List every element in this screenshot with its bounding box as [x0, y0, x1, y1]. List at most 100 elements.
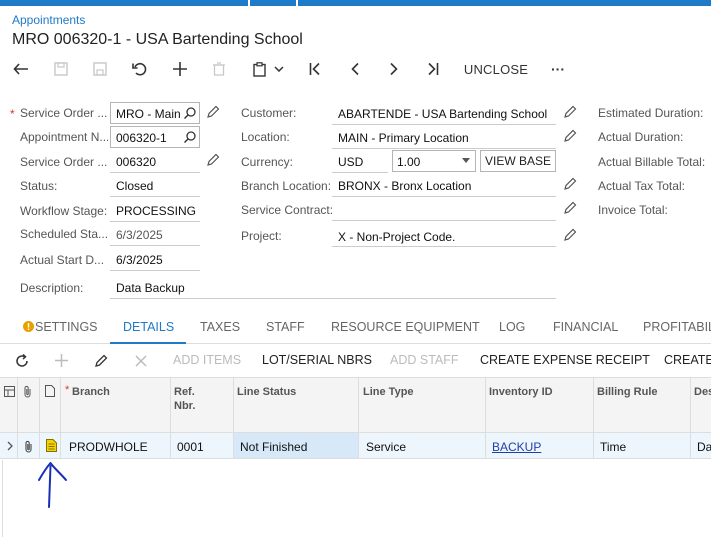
table-row[interactable]: PRODWHOLE 0001 Not Finished Service BACK…: [0, 433, 711, 459]
save-close-button[interactable]: [50, 56, 72, 82]
paperclip-icon[interactable]: [24, 440, 33, 453]
add-staff-button[interactable]: ADD STAFF: [390, 353, 459, 367]
pencil-icon[interactable]: [563, 201, 577, 215]
create-expense-receipt-button[interactable]: CREATE EXPENSE RECEIPT: [480, 353, 650, 367]
main-toolbar: UNCLOSE ···: [0, 56, 711, 82]
note-icon[interactable]: [46, 439, 57, 452]
column-header-line-type[interactable]: Line Type: [363, 385, 414, 399]
search-icon[interactable]: [183, 130, 197, 144]
cell-billing-rule[interactable]: Time: [600, 440, 626, 454]
pencil-icon[interactable]: [206, 153, 220, 167]
description-value[interactable]: Data Backup: [116, 281, 316, 295]
annotation-arrow-icon: [38, 462, 67, 508]
lot-serial-nbrs-button[interactable]: LOT/SERIAL NBRS: [262, 353, 372, 367]
top-accent-bar: [0, 0, 711, 6]
column-header-inventory-id[interactable]: Inventory ID: [489, 385, 553, 399]
currency-value[interactable]: USD: [338, 155, 388, 169]
tab-settings[interactable]: SETTINGS: [35, 320, 98, 334]
back-button[interactable]: [10, 56, 32, 82]
chevron-down-icon: [274, 66, 284, 72]
breadcrumb[interactable]: Appointments: [12, 13, 85, 27]
tab-staff[interactable]: STAFF: [266, 320, 305, 334]
service-contract-label: Service Contract:: [241, 203, 333, 217]
currency-label: Currency:: [241, 155, 294, 169]
chevron-left-icon: [351, 62, 359, 76]
tab-financial[interactable]: FINANCIAL: [553, 320, 618, 334]
grid-toolbar: ADD ITEMS LOT/SERIAL NBRS ADD STAFF CREA…: [0, 347, 711, 375]
tab-profitability[interactable]: PROFITABIL: [643, 320, 711, 334]
add-button[interactable]: [169, 56, 191, 82]
warning-icon: [23, 321, 34, 332]
service-order-nbr-value[interactable]: 006320: [116, 155, 196, 169]
pencil-icon[interactable]: [563, 228, 577, 242]
cell-line-status[interactable]: Not Finished: [240, 440, 307, 454]
previous-record-button[interactable]: [344, 56, 366, 82]
column-header-billing-rule[interactable]: Billing Rule: [597, 385, 658, 399]
delete-button[interactable]: [208, 56, 230, 82]
column-config-icon[interactable]: [4, 386, 15, 397]
cell-inventory-id-link[interactable]: BACKUP: [492, 440, 541, 454]
cell-description[interactable]: Da: [697, 440, 711, 454]
caret-down-icon: [462, 158, 470, 163]
unclose-button[interactable]: UNCLOSE: [462, 56, 530, 82]
copy-paste-dropdown[interactable]: [272, 56, 286, 82]
add-items-button[interactable]: ADD ITEMS: [173, 353, 241, 367]
location-value[interactable]: MAIN - Primary Location: [338, 131, 556, 145]
pencil-icon[interactable]: [563, 105, 577, 119]
add-row-icon[interactable]: [55, 354, 68, 367]
service-order-type-label: Service Order ...: [20, 106, 108, 120]
branch-location-value[interactable]: BRONX - Bronx Location: [338, 179, 556, 193]
tab-details[interactable]: DETAILS: [123, 320, 174, 334]
column-header-ref-nbr-line2[interactable]: Nbr.: [174, 399, 195, 413]
column-header-branch[interactable]: Branch: [72, 385, 110, 399]
create-more-button[interactable]: CREATE: [664, 353, 711, 367]
column-header-ref-nbr-line1[interactable]: Ref.: [174, 385, 195, 399]
delete-row-icon[interactable]: [135, 355, 147, 367]
more-menu-button[interactable]: ···: [546, 56, 570, 82]
refresh-icon[interactable]: [15, 354, 29, 368]
view-base-button[interactable]: VIEW BASE: [480, 150, 556, 172]
search-icon[interactable]: [183, 106, 197, 120]
scheduled-start-label: Scheduled Sta...: [20, 227, 108, 241]
page-title: MRO 006320-1 - USA Bartending School: [12, 31, 303, 48]
cell-ref-nbr[interactable]: 0001: [177, 440, 204, 454]
last-record-button[interactable]: [422, 56, 444, 82]
summary-form: * Service Order ... MRO - Main Appointme…: [0, 100, 711, 300]
clipboard-icon: [252, 61, 266, 77]
workflow-stage-value: PROCESSING: [116, 204, 197, 218]
appointment-nbr-label: Appointment N...: [20, 130, 108, 144]
customer-label: Customer:: [241, 106, 297, 120]
pencil-icon[interactable]: [206, 105, 220, 119]
undo-button[interactable]: [129, 56, 151, 82]
pencil-icon[interactable]: [563, 129, 577, 143]
next-record-button[interactable]: [383, 56, 405, 82]
column-header-description[interactable]: Des: [694, 385, 711, 399]
tab-resource-equipment[interactable]: RESOURCE EQUIPMENT: [331, 320, 480, 334]
expand-row-icon[interactable]: [7, 441, 13, 451]
paperclip-icon: [24, 385, 31, 398]
first-record-button[interactable]: [304, 56, 326, 82]
first-record-icon: [309, 62, 320, 76]
customer-value[interactable]: ABARTENDE - USA Bartending School: [338, 107, 556, 121]
actual-start-label: Actual Start D...: [20, 253, 105, 267]
save-button[interactable]: [89, 56, 111, 82]
tab-taxes[interactable]: TAXES: [200, 320, 240, 334]
status-value: Closed: [116, 179, 154, 193]
service-order-type-value: MRO - Main: [116, 107, 181, 121]
project-value[interactable]: X - Non-Project Code.: [338, 230, 556, 244]
cell-branch[interactable]: PRODWHOLE: [69, 440, 148, 454]
currency-rate-value: 1.00: [397, 155, 421, 169]
column-header-line-status[interactable]: Line Status: [237, 385, 296, 399]
tab-bar: SETTINGS DETAILS TAXES STAFF RESOURCE EQ…: [0, 314, 711, 344]
grid-header: * Branch Ref. Nbr. Line Status Line Type…: [0, 377, 711, 433]
required-marker: *: [10, 107, 15, 121]
copy-paste-button[interactable]: [248, 56, 270, 82]
pencil-icon[interactable]: [563, 177, 577, 191]
actual-duration-label: Actual Duration:: [598, 130, 684, 144]
tab-log[interactable]: LOG: [499, 320, 525, 334]
edit-row-icon[interactable]: [94, 354, 108, 368]
scheduled-start-value: 6/3/2025: [116, 228, 163, 242]
cell-line-type[interactable]: Service: [366, 440, 406, 454]
back-arrow-icon: [13, 63, 28, 75]
branch-location-label: Branch Location:: [241, 179, 331, 193]
